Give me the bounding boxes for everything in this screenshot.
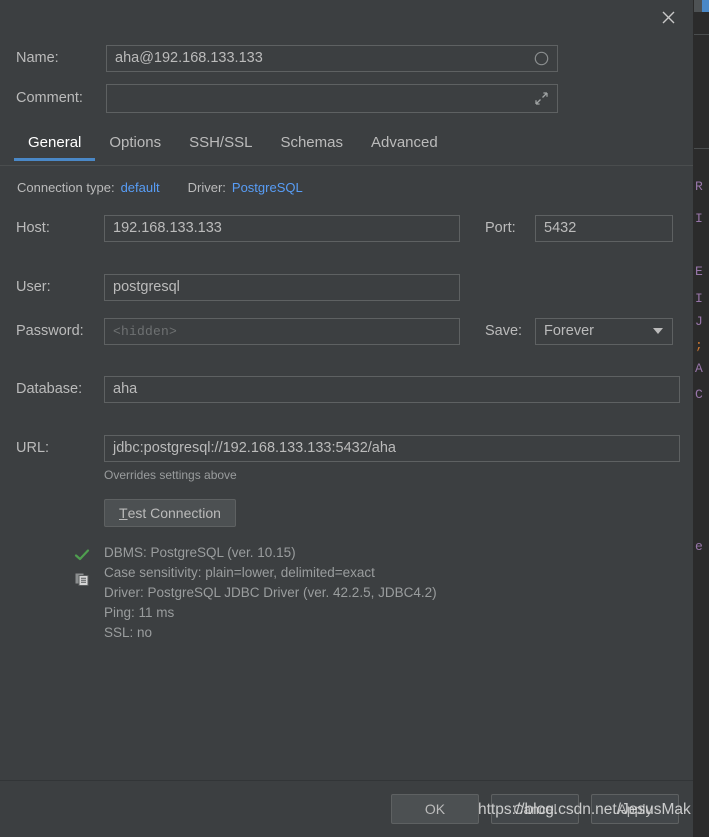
ide-code-fragment: e — [695, 540, 703, 554]
ide-divider — [694, 148, 709, 149]
result-line: Driver: PostgreSQL JDBC Driver (ver. 42.… — [104, 585, 437, 600]
name-input[interactable]: aha@192.168.133.133 — [106, 44, 558, 72]
ide-tab-strip[interactable] — [694, 0, 709, 12]
comment-input[interactable] — [106, 83, 558, 113]
database-input[interactable]: aha — [104, 375, 680, 403]
tab-ssh-ssl[interactable]: SSH/SSL — [175, 132, 266, 161]
connection-type-value[interactable]: default — [121, 180, 160, 195]
save-select[interactable]: Forever — [535, 317, 673, 345]
test-connection-wrap: Test Connection — [0, 499, 693, 527]
ide-divider — [694, 34, 709, 35]
driver-label: Driver: — [187, 180, 226, 195]
settings-tabs: General Options SSH/SSL Schemas Advanced — [0, 132, 693, 166]
chevron-down-icon — [653, 328, 663, 334]
ide-code-fragment: J — [695, 315, 703, 329]
user-input[interactable]: postgresql — [104, 273, 460, 301]
save-value: Forever — [544, 323, 594, 339]
url-row: URL: jdbc:postgresql://192.168.133.133:5… — [0, 433, 693, 463]
host-input[interactable]: 192.168.133.133 — [104, 214, 460, 242]
result-line: SSL: no — [104, 625, 153, 640]
tab-general[interactable]: General — [14, 132, 96, 161]
tab-options[interactable]: Options — [95, 132, 175, 161]
connection-meta-row: Connection type: default Driver: Postgre… — [0, 166, 693, 195]
test-connection-mnemonic: T — [119, 505, 128, 521]
ide-active-tab-marker — [702, 0, 709, 12]
ok-button[interactable]: OK — [391, 794, 479, 824]
data-source-dialog: Name: aha@192.168.133.133 Comment: Gener… — [0, 0, 694, 837]
tabs-divider — [0, 165, 693, 166]
url-input[interactable]: jdbc:postgresql://192.168.133.133:5432/a… — [104, 434, 680, 462]
comment-row: Comment: — [0, 78, 693, 118]
cancel-button[interactable]: Cancel — [491, 794, 579, 824]
ide-editor-strip — [694, 0, 709, 837]
save-label: Save: — [485, 323, 523, 339]
apply-button[interactable]: Apply — [591, 794, 679, 824]
url-hint: Overrides settings above — [104, 468, 237, 482]
password-label: Password: — [16, 323, 84, 339]
test-connection-label: est Connection — [127, 505, 221, 521]
result-line: DBMS: PostgreSQL (ver. 10.15) — [104, 545, 296, 560]
user-label: User: — [16, 279, 51, 295]
screen-root: R I E I J ; A C e Name: aha@192.168.133.… — [0, 0, 709, 837]
url-value: jdbc:postgresql://192.168.133.133:5432/a… — [113, 440, 396, 456]
user-value: postgresql — [113, 279, 180, 295]
port-label: Port: — [485, 220, 516, 236]
dialog-header-fields: Name: aha@192.168.133.133 Comment: — [0, 34, 693, 118]
ide-code-fragment: I — [695, 212, 703, 226]
circle-icon[interactable] — [532, 49, 550, 67]
result-line: Ping: 11 ms — [104, 605, 175, 620]
result-icon-column — [60, 544, 104, 642]
ide-code-fragment: C — [695, 388, 703, 402]
database-row: Database: aha — [0, 374, 693, 404]
ide-code-fragment: E — [695, 265, 703, 279]
database-value: aha — [113, 381, 138, 397]
ide-code-fragment: ; — [695, 339, 703, 353]
password-input[interactable]: <hidden> — [104, 317, 460, 345]
user-row: User: postgresql — [0, 272, 693, 302]
url-label: URL: — [16, 440, 50, 456]
copy-icon[interactable] — [74, 571, 90, 587]
connection-result: DBMS: PostgreSQL (ver. 10.15) Case sensi… — [0, 544, 693, 642]
host-label: Host: — [16, 220, 50, 236]
password-row: Password: <hidden> Save: Forever — [0, 316, 693, 346]
ide-code-fragment: R — [695, 180, 703, 194]
dialog-footer: OK Cancel Apply — [0, 780, 693, 837]
name-row: Name: aha@192.168.133.133 — [0, 38, 693, 78]
dialog-titlebar — [0, 0, 693, 34]
name-label: Name: — [16, 50, 59, 66]
ide-code-fragment: A — [695, 362, 703, 376]
connection-type-label: Connection type: — [17, 180, 115, 195]
name-value: aha@192.168.133.133 — [115, 50, 263, 66]
general-tab-panel: Connection type: default Driver: Postgre… — [0, 166, 693, 642]
check-icon — [74, 547, 90, 563]
password-placeholder: <hidden> — [113, 323, 178, 339]
expand-diagonal-icon[interactable] — [532, 89, 550, 107]
ide-code-fragment: I — [695, 292, 703, 306]
port-value: 5432 — [544, 220, 577, 236]
host-value: 192.168.133.133 — [113, 220, 222, 236]
result-line: Case sensitivity: plain=lower, delimited… — [104, 565, 375, 580]
tab-advanced[interactable]: Advanced — [357, 132, 452, 161]
result-text: DBMS: PostgreSQL (ver. 10.15) Case sensi… — [104, 544, 437, 642]
host-row: Host: 192.168.133.133 Port: 5432 — [0, 213, 693, 243]
port-input[interactable]: 5432 — [535, 214, 673, 242]
database-label: Database: — [16, 381, 83, 397]
test-connection-button[interactable]: Test Connection — [104, 499, 236, 527]
driver-value[interactable]: PostgreSQL — [232, 180, 303, 195]
close-icon[interactable] — [655, 4, 681, 30]
tab-schemas[interactable]: Schemas — [266, 132, 357, 161]
comment-label: Comment: — [16, 90, 83, 106]
